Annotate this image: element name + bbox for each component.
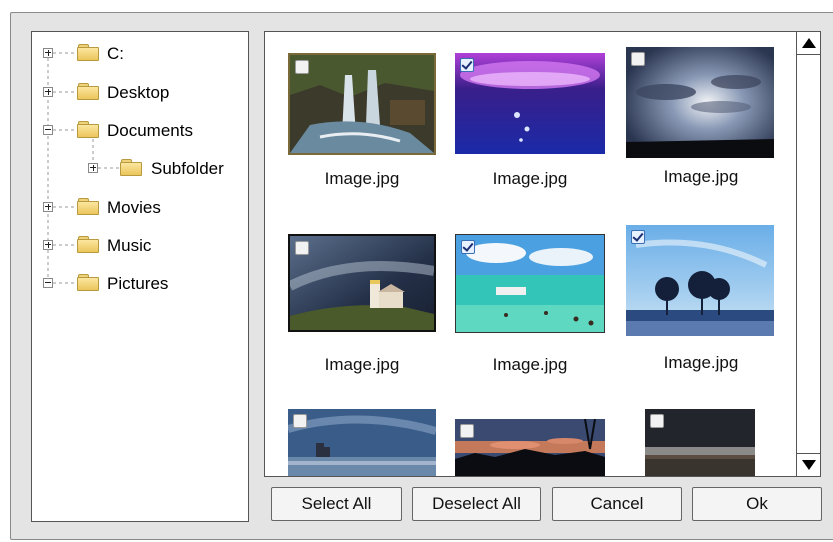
arrow-up-icon[interactable] xyxy=(797,32,820,55)
expand-toggle-subfolder[interactable] xyxy=(88,163,98,173)
image-checkbox-6[interactable] xyxy=(631,230,645,244)
snowy-trees-image xyxy=(626,225,774,336)
image-thumbnail-8[interactable] xyxy=(455,419,605,476)
expand-toggle-desktop[interactable] xyxy=(43,87,53,97)
image-thumbnail-1[interactable] xyxy=(288,53,436,155)
image-thumbnail-7[interactable] xyxy=(288,409,436,476)
tree-item-desktop[interactable]: Desktop xyxy=(107,83,169,103)
expand-toggle-c[interactable] xyxy=(43,48,53,58)
image-checkbox-4[interactable] xyxy=(295,241,309,255)
folder-icon xyxy=(77,236,99,253)
image-checkbox-1[interactable] xyxy=(295,60,309,74)
select-all-button[interactable]: Select All xyxy=(271,487,402,521)
sunset-silhouette-image xyxy=(455,419,605,476)
image-thumbnail-3[interactable] xyxy=(626,47,774,158)
ok-button[interactable]: Ok xyxy=(692,487,822,521)
deselect-all-button[interactable]: Deselect All xyxy=(412,487,541,521)
cloudy-sky-image xyxy=(626,47,774,158)
castle-coast-image xyxy=(288,409,436,476)
folder-tree: C: Desktop Documents Subfolder Movies Mu… xyxy=(31,31,249,522)
image-thumbnail-9[interactable] xyxy=(645,409,755,476)
tree-item-subfolder[interactable]: Subfolder xyxy=(151,159,224,179)
tree-item-pictures[interactable]: Pictures xyxy=(107,274,168,294)
image-checkbox-5[interactable] xyxy=(461,240,475,254)
expand-toggle-music[interactable] xyxy=(43,240,53,250)
image-thumbnail-5[interactable] xyxy=(455,234,605,333)
image-caption-6: Image.jpg xyxy=(663,353,739,372)
tropical-beach-image xyxy=(456,235,604,332)
tree-item-c[interactable]: C: xyxy=(107,44,124,64)
tree-item-movies[interactable]: Movies xyxy=(107,198,161,218)
water-drops-image xyxy=(455,53,605,154)
image-caption-5: Image.jpg xyxy=(492,355,568,374)
folder-icon xyxy=(77,121,99,138)
image-checkbox-2[interactable] xyxy=(460,58,474,72)
image-caption-3: Image.jpg xyxy=(663,167,739,186)
image-thumbnail-4[interactable] xyxy=(288,234,436,332)
waterfall-image xyxy=(290,55,434,153)
tree-item-documents[interactable]: Documents xyxy=(107,121,193,141)
image-caption-2: Image.jpg xyxy=(492,169,568,188)
image-checkbox-3[interactable] xyxy=(631,52,645,66)
expand-toggle-movies[interactable] xyxy=(43,202,53,212)
image-grid: Image.jpg Image.jpg Image.jpg Image.jpg … xyxy=(264,31,796,477)
cancel-button[interactable]: Cancel xyxy=(552,487,682,521)
folder-icon xyxy=(77,83,99,100)
arrow-down-icon[interactable] xyxy=(797,453,820,476)
tree-item-music[interactable]: Music xyxy=(107,236,151,256)
image-caption-1: Image.jpg xyxy=(324,169,400,188)
image-thumbnail-2[interactable] xyxy=(455,53,605,154)
collapse-toggle-pictures[interactable] xyxy=(43,278,53,288)
folder-icon xyxy=(120,159,142,176)
folder-icon xyxy=(77,198,99,215)
folder-icon xyxy=(77,44,99,61)
image-checkbox-8[interactable] xyxy=(460,424,474,438)
image-checkbox-9[interactable] xyxy=(650,414,664,428)
lighthouse-image xyxy=(290,236,434,330)
folder-icon xyxy=(77,274,99,291)
collapse-toggle-documents[interactable] xyxy=(43,125,53,135)
image-caption-4: Image.jpg xyxy=(324,355,400,374)
vertical-scrollbar[interactable] xyxy=(796,31,821,477)
image-checkbox-7[interactable] xyxy=(293,414,307,428)
image-thumbnail-6[interactable] xyxy=(626,225,774,336)
